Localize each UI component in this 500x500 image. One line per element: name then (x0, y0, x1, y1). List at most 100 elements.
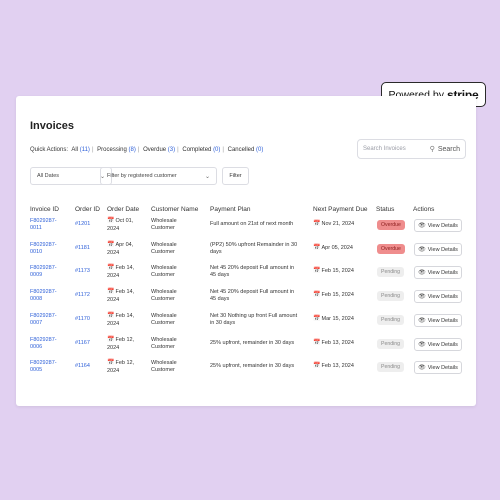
customer-select[interactable]: Filter by registered customer ⌄ (100, 167, 217, 185)
calendar-icon: 📅 (107, 313, 115, 319)
order-date: 📅Feb 14, 2024 (107, 289, 135, 303)
order-date: 📅Feb 14, 2024 (107, 313, 135, 327)
calendar-icon: 📅 (107, 337, 115, 343)
payment-plan: Net 45 20% deposit Full amount in 45 days (210, 265, 295, 279)
order-date: 📅Feb 14, 2024 (107, 265, 135, 279)
customer-name: Wholesale Customer (151, 313, 177, 327)
calendar-icon: 📅 (313, 340, 321, 346)
order-date: 📅Oct 01, 2024 (107, 218, 134, 232)
calendar-icon: 📅 (107, 360, 115, 366)
eye-icon: 👁 (418, 247, 426, 253)
order-date: 📅Feb 12, 2024 (107, 337, 135, 351)
eye-icon: 👁 (418, 294, 426, 300)
payment-plan: Net 45 20% deposit Full amount in 45 days (210, 289, 295, 303)
order-id-link[interactable]: #1164 (75, 363, 90, 370)
header-actions: Actions (413, 206, 435, 213)
invoice-id-link[interactable]: F8029287- 0007 (30, 313, 57, 327)
calendar-icon: 📅 (313, 245, 321, 251)
quick-actions-label: Quick Actions: (30, 147, 69, 153)
calendar-icon: 📅 (313, 221, 321, 227)
calendar-icon: 📅 (313, 268, 321, 274)
payment-plan: (PP2) 50% upfront Remainder in 30 days (210, 242, 298, 256)
order-date: 📅Feb 12, 2024 (107, 360, 135, 374)
calendar-icon: 📅 (107, 265, 115, 271)
chevron-down-icon: ⌄ (204, 173, 210, 180)
calendar-icon: 📅 (313, 363, 321, 369)
search-button[interactable]: Search (438, 146, 460, 153)
view-details-button[interactable]: 👁 View Details (414, 290, 462, 303)
invoice-id-link[interactable]: F8029287- 0008 (30, 289, 57, 303)
quick-actions: Quick Actions: All (11) | Processing (8) |… (30, 147, 264, 153)
customer-name: Wholesale Customer (151, 218, 177, 232)
customer-name: Wholesale Customer (151, 360, 177, 374)
calendar-icon: 📅 (107, 242, 115, 248)
view-details-button[interactable]: 👁 View Details (414, 266, 462, 279)
calendar-icon: 📅 (107, 289, 115, 295)
view-details-button[interactable]: 👁 View Details (414, 243, 462, 256)
order-date: 📅Apr 04, 2024 (107, 242, 134, 256)
view-details-button[interactable]: 👁 View Details (414, 314, 462, 327)
table-row: F8029287- 0008 #1172 📅Feb 14, 2024 Wholesale C… (16, 287, 476, 310)
quick-action-completed[interactable]: Completed (0) (182, 147, 220, 153)
order-id-link[interactable]: #1172 (75, 292, 90, 299)
customer-name: Wholesale Customer (151, 289, 177, 303)
order-id-link[interactable]: #1201 (75, 221, 90, 228)
status-badge: Pending (377, 267, 405, 277)
table-row: F8029287- 0010 #1181 📅Apr 04, 2024 Wholesale C… (16, 240, 476, 263)
status-badge: Pending (377, 315, 405, 325)
order-id-link[interactable]: #1181 (75, 245, 90, 252)
next-payment-due: 📅Mar 15, 2024 (313, 316, 354, 322)
table-row: F8029287- 0011 #1201 📅Oct 01, 2024 Wholesale C… (16, 216, 476, 239)
search-box[interactable]: Search Invoices ⚲ Search (357, 139, 466, 159)
view-details-button[interactable]: 👁 View Details (414, 361, 462, 374)
invoice-id-link[interactable]: F8029287- 0006 (30, 337, 57, 351)
payment-plan: 25% upfront, remainder in 30 days (210, 340, 295, 346)
eye-icon: 👁 (418, 270, 426, 276)
status-badge: Pending (377, 362, 405, 372)
dates-select-value: All Dates (37, 173, 60, 179)
order-id-link[interactable]: #1173 (75, 268, 90, 275)
status-badge: Overdue (377, 244, 405, 254)
quick-action-cancelled[interactable]: Cancelled (0) (228, 147, 264, 153)
page-title: Invoices (30, 120, 75, 132)
quick-action-all[interactable]: All (11) (71, 147, 90, 153)
calendar-icon: 📅 (313, 316, 321, 322)
table-row: F8029287- 0005 #1164 📅Feb 12, 2024 Wholesale C… (16, 358, 476, 381)
search-icon: ⚲ (429, 146, 435, 153)
customer-select-value: Filter by registered customer (107, 173, 177, 179)
next-payment-due: 📅Nov 21, 2024 (313, 221, 355, 227)
next-payment-due: 📅Apr 05, 2024 (313, 245, 353, 251)
table-row: F8029287- 0006 #1167 📅Feb 12, 2024 Wholesale C… (16, 335, 476, 358)
header-order-id: Order ID (75, 206, 100, 213)
invoice-id-link[interactable]: F8029287- 0005 (30, 360, 57, 374)
invoice-id-link[interactable]: F8029287- 0010 (30, 242, 57, 256)
search-input[interactable]: Search Invoices (363, 146, 430, 152)
header-status: Status (376, 206, 395, 213)
quick-action-processing[interactable]: Processing (8) (97, 147, 136, 153)
next-payment-due: 📅Feb 15, 2024 (313, 268, 354, 274)
invoices-card: Invoices Quick Actions: All (11) | Proces… (16, 96, 476, 406)
order-id-link[interactable]: #1170 (75, 316, 90, 323)
header-payment-plan: Payment Plan (210, 206, 251, 213)
header-next-payment-due: Next Payment Due (313, 206, 368, 213)
payment-plan: Full amount on 21st of next month (210, 221, 294, 227)
status-badge: Overdue (377, 220, 405, 230)
payment-plan: Net 30 Nothing up front Full amount in 30… (210, 313, 298, 327)
payment-plan: 25% upfront, remainder in 30 days (210, 363, 295, 369)
header-order-date: Order Date (107, 206, 140, 213)
invoice-id-link[interactable]: F8029287- 0009 (30, 265, 57, 279)
invoice-id-link[interactable]: F8029287- 0011 (30, 218, 57, 232)
quick-action-overdue[interactable]: Overdue (3) (143, 147, 175, 153)
next-payment-due: 📅Feb 13, 2024 (313, 363, 354, 369)
view-details-button[interactable]: 👁 View Details (414, 338, 462, 351)
order-id-link[interactable]: #1167 (75, 340, 90, 347)
next-payment-due: 📅Feb 15, 2024 (313, 292, 354, 298)
eye-icon: 👁 (418, 365, 426, 371)
eye-icon: 👁 (418, 318, 426, 324)
view-details-button[interactable]: 👁 View Details (414, 219, 462, 232)
header-invoice-id: Invoice ID (30, 206, 59, 213)
filter-button[interactable]: Filter (222, 167, 249, 185)
eye-icon: 👁 (418, 223, 426, 229)
eye-icon: 👁 (418, 342, 426, 348)
next-payment-due: 📅Feb 13, 2024 (313, 340, 354, 346)
